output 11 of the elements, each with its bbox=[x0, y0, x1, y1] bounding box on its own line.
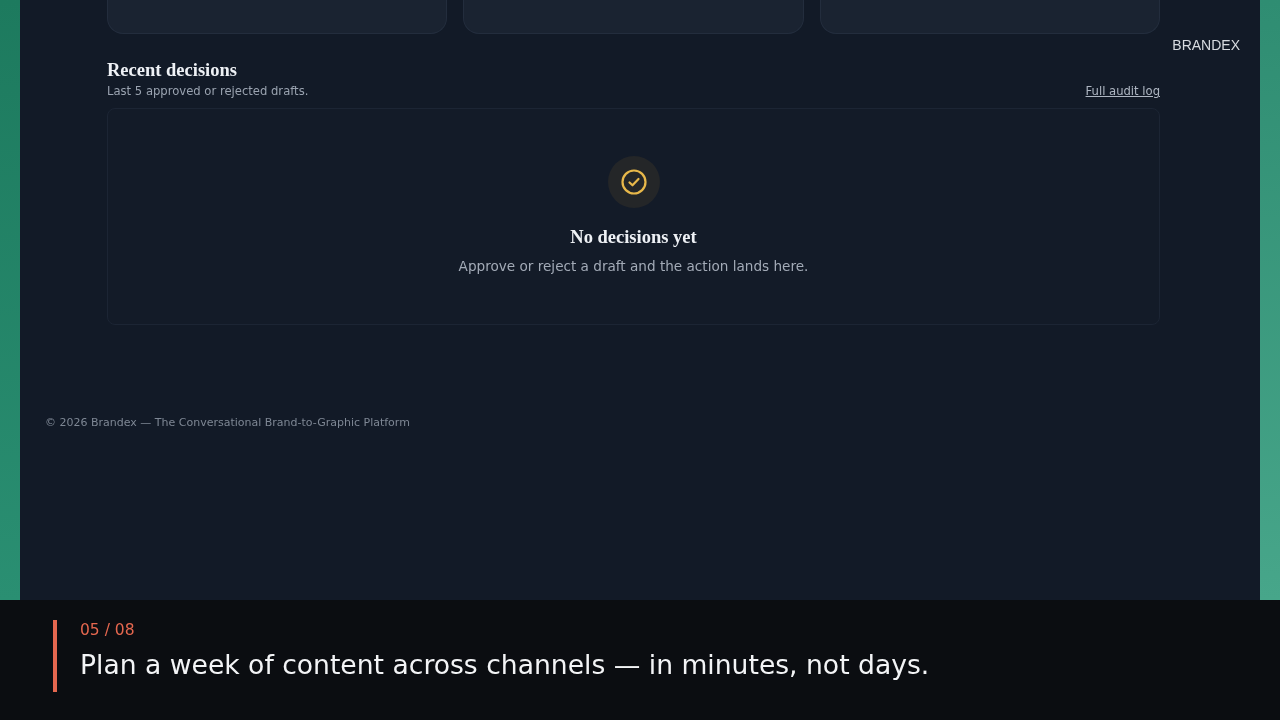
check-circle-icon bbox=[607, 156, 660, 208]
brand-label: BRANDEX bbox=[1172, 36, 1240, 54]
empty-state-title: No decisions yet bbox=[570, 227, 697, 248]
footer-text: © 2026 Brandex — The Conversational Brand-to-Graphic Platform bbox=[45, 416, 410, 430]
slide-counter: 05 / 08 bbox=[80, 620, 136, 640]
section-subtitle: Last 5 approved or rejected drafts. bbox=[107, 84, 309, 98]
caption-text: Plan a week of content across channels — in minutes, not days. bbox=[80, 648, 930, 682]
audit-log-link[interactable]: Full audit log bbox=[1085, 84, 1160, 98]
section-title: Recent decisions bbox=[107, 60, 237, 81]
empty-state-message: Approve or reject a draft and the action lands here. bbox=[458, 258, 809, 274]
accent-bar bbox=[53, 620, 57, 692]
